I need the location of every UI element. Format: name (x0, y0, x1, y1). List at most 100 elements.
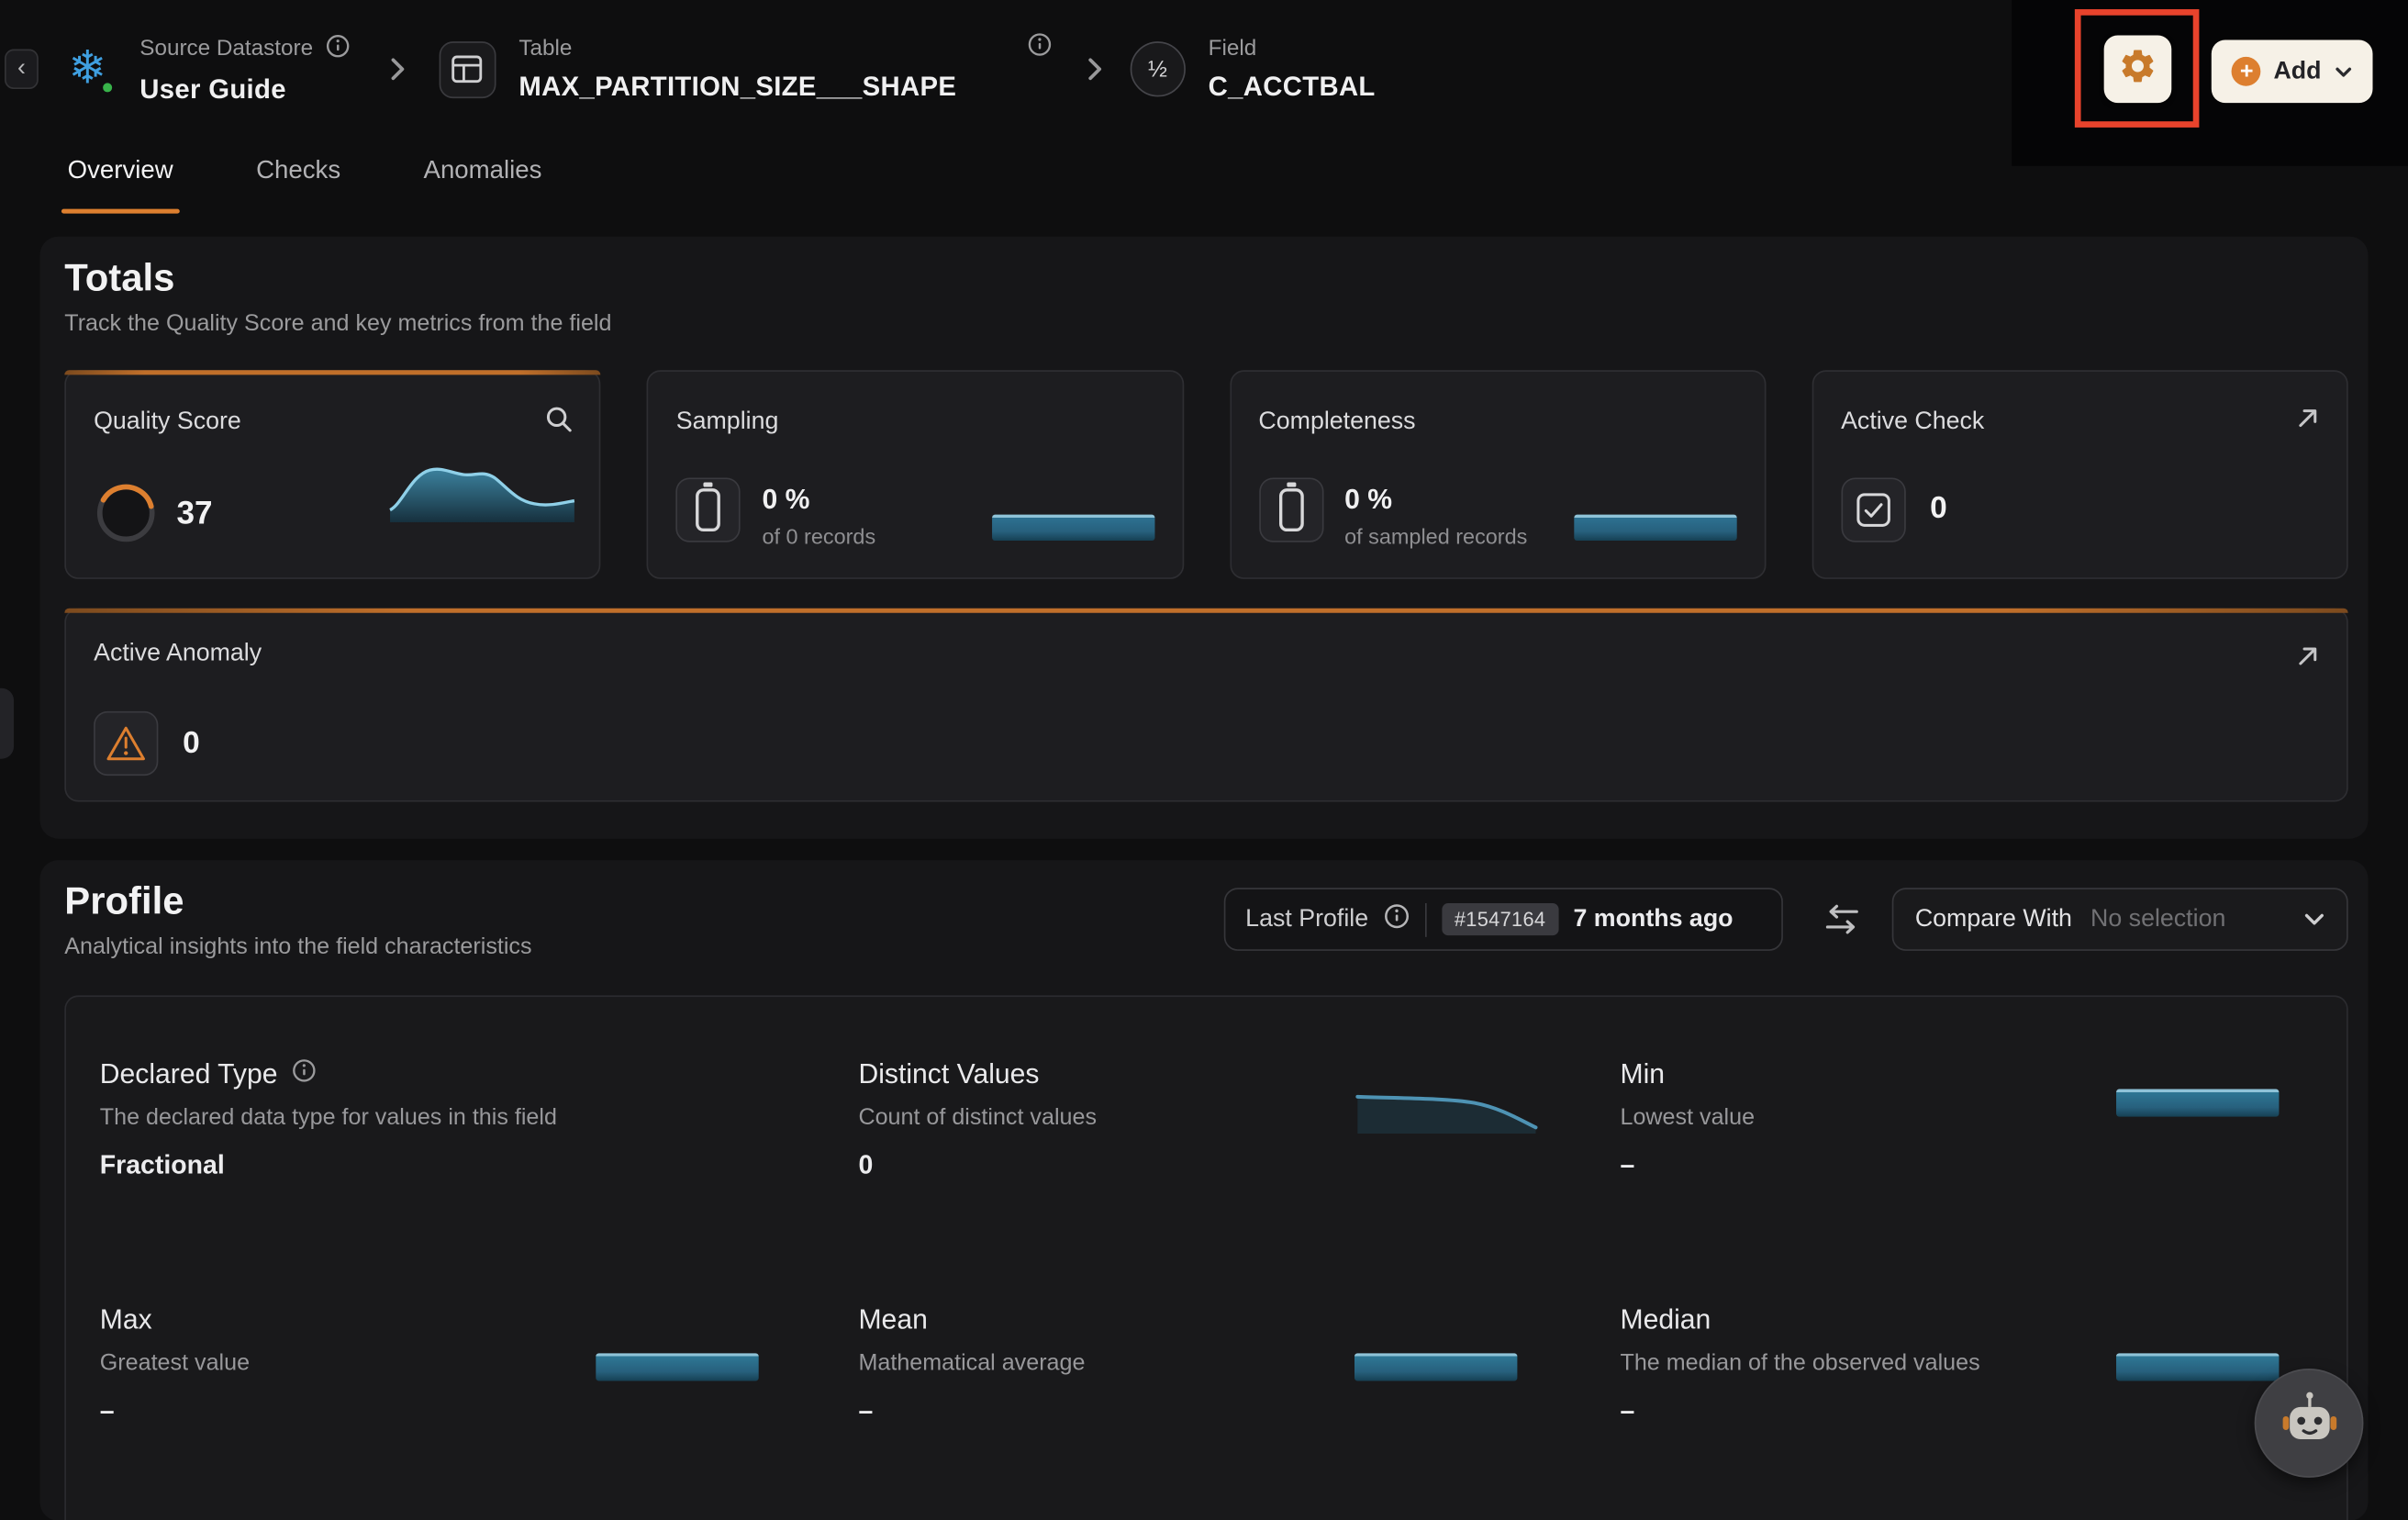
source-name[interactable]: User Guide (139, 73, 350, 105)
quality-score-label: Quality Score (94, 408, 241, 436)
profile-time-ago: 7 months ago (1573, 906, 1733, 933)
metric-value: – (1621, 1396, 2081, 1426)
median-sparkline (2116, 1353, 2279, 1380)
metric-name: Distinct Values (858, 1058, 1039, 1090)
profile-run-id-badge: #1547164 (1442, 903, 1557, 935)
active-anomaly-value: 0 (183, 727, 200, 762)
max-sparkline (596, 1353, 758, 1380)
totals-cards-row: Quality Score 37 Sampling (64, 370, 2347, 579)
metric-desc: Lowest value (1621, 1104, 2081, 1130)
totals-title: Totals (64, 256, 174, 301)
sampling-caption: of 0 records (762, 524, 875, 549)
completeness-caption: of sampled records (1344, 524, 1527, 549)
active-check-label: Active Check (1841, 408, 1984, 436)
metric-desc: Count of distinct values (858, 1104, 1319, 1130)
collapse-sidebar-button[interactable]: ‹ (5, 50, 39, 90)
sampling-label: Sampling (676, 408, 779, 436)
quality-score-card: Quality Score 37 (64, 370, 600, 579)
completeness-sparkline (1574, 515, 1736, 541)
add-button-label: Add (2273, 58, 2321, 85)
completeness-label: Completeness (1258, 408, 1415, 436)
external-link-icon[interactable] (2294, 643, 2322, 677)
quality-score-gauge (94, 481, 158, 553)
metric-desc: Greatest value (100, 1350, 561, 1376)
completeness-value: 0 % (1344, 484, 1392, 516)
check-square-icon-box (1841, 477, 1905, 542)
sampling-sparkline (991, 515, 1154, 541)
compare-with-label: Compare With (1915, 906, 2072, 933)
settings-button[interactable] (2104, 35, 2172, 103)
tab-overview[interactable]: Overview (64, 151, 176, 214)
active-check-value: 0 (1930, 492, 1947, 527)
breadcrumb-table: Table MAX_PARTITION_SIZE___SHAPE (518, 36, 956, 102)
metric-declared-type: Declared Type The declared data type for… (100, 1058, 561, 1181)
search-icon[interactable] (544, 404, 574, 442)
info-icon[interactable] (292, 1058, 317, 1090)
metric-name: Declared Type (100, 1058, 278, 1090)
plus-icon: + (2232, 57, 2261, 86)
metric-name: Median (1621, 1304, 1711, 1336)
metric-min: Min Lowest value – (1621, 1058, 2081, 1181)
chevron-right-icon (388, 55, 407, 83)
assistant-bot-button[interactable] (2255, 1369, 2364, 1478)
table-icon (439, 40, 496, 97)
metric-mean: Mean Mathematical average – (858, 1304, 1319, 1427)
active-anomaly-label: Active Anomaly (94, 641, 262, 668)
drawer-handle[interactable] (0, 688, 14, 759)
profile-metrics-card: Declared Type The declared data type for… (64, 995, 2347, 1520)
profile-section: Profile Analytical insights into the fie… (40, 860, 2369, 1520)
quality-score-sparkline (387, 454, 578, 532)
chevron-right-icon (1086, 55, 1104, 83)
external-link-icon[interactable] (2294, 404, 2322, 439)
completeness-icon-box (1258, 477, 1322, 542)
metric-desc: Mathematical average (858, 1350, 1319, 1376)
tab-anomalies[interactable]: Anomalies (420, 151, 545, 214)
last-profile-label: Last Profile (1245, 906, 1368, 933)
totals-section: Totals Track the Quality Score and key m… (40, 237, 2369, 839)
datastore-icon-wrap: ❄ (59, 40, 117, 99)
sampling-card: Sampling 0 % of 0 records (647, 370, 1183, 579)
field-name[interactable]: C_ACCTBAL (1209, 70, 1376, 102)
field-type-label: Field (1209, 36, 1257, 61)
table-info-icon[interactable] (1027, 32, 1052, 64)
mean-sparkline (1354, 1353, 1517, 1380)
metric-desc: The declared data type for values in thi… (100, 1104, 561, 1130)
metric-value: 0 (858, 1150, 1319, 1180)
table-name[interactable]: MAX_PARTITION_SIZE___SHAPE (518, 70, 956, 102)
battery-icon (697, 488, 721, 531)
tab-bar: Overview Checks Anomalies (64, 151, 545, 214)
profile-subtitle: Analytical insights into the field chara… (64, 933, 531, 959)
active-check-card: Active Check 0 (1812, 370, 2347, 579)
metric-value: – (1621, 1150, 2081, 1180)
table-type-label: Table (518, 36, 572, 61)
min-sparkline (2116, 1089, 2279, 1116)
gear-icon (2118, 45, 2158, 93)
totals-subtitle: Track the Quality Score and key metrics … (64, 310, 611, 336)
compare-runs-icon[interactable] (1822, 901, 1863, 944)
metric-desc: The median of the observed values (1621, 1350, 2081, 1376)
completeness-card: Completeness 0 % of sampled records (1230, 370, 1766, 579)
chevron-down-icon (2334, 58, 2352, 85)
breadcrumb-field: Field C_ACCTBAL (1209, 36, 1376, 102)
breadcrumb: ‹ ❄ Source Datastore User Guide Table MA… (0, 0, 1376, 139)
active-anomaly-card: Active Anomaly 0 (64, 609, 2347, 802)
compare-with-dropdown[interactable]: Compare With No selection (1892, 888, 2348, 951)
metric-name: Max (100, 1304, 152, 1336)
metric-distinct-values: Distinct Values Count of distinct values… (858, 1058, 1319, 1181)
divider (1425, 902, 1427, 936)
robot-icon (2275, 1385, 2343, 1460)
tab-checks[interactable]: Checks (253, 151, 344, 214)
metric-name: Min (1621, 1058, 1666, 1090)
compare-with-value: No selection (2090, 906, 2225, 933)
quality-score-value: 37 (176, 497, 212, 533)
metric-value: Fractional (100, 1150, 561, 1180)
metric-median: Median The median of the observed values… (1621, 1304, 2081, 1427)
source-info-icon[interactable] (326, 33, 351, 63)
add-button[interactable]: + Add (2212, 40, 2373, 104)
app-root: ‹ ❄ Source Datastore User Guide Table MA… (0, 0, 2408, 1520)
distinct-values-sparkline (1354, 1086, 1542, 1143)
warning-triangle-icon-box (94, 711, 158, 776)
chevron-down-icon (2303, 912, 2324, 926)
last-profile-info-icon[interactable] (1384, 902, 1410, 936)
metric-name: Mean (858, 1304, 927, 1336)
